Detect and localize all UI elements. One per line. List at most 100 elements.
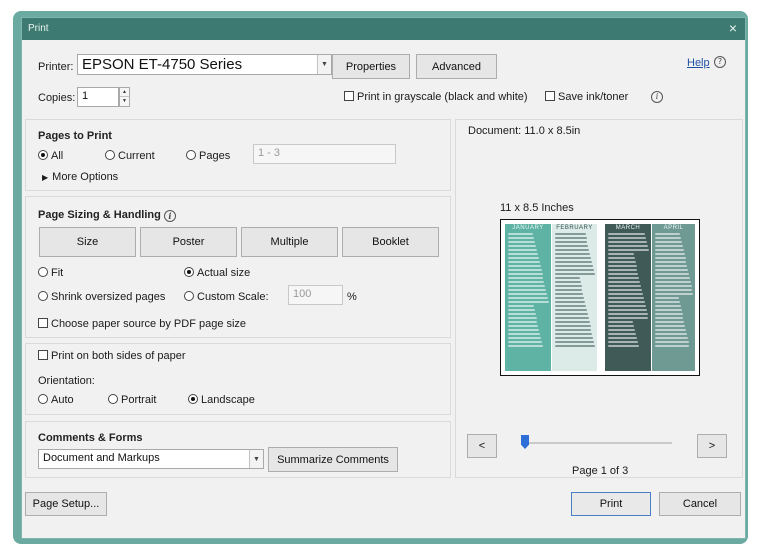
auto-orientation-option[interactable]: Auto	[38, 394, 74, 406]
preview-entry-line	[555, 345, 596, 347]
preview-entry-line	[608, 269, 638, 271]
preview-entry-line	[555, 253, 591, 255]
properties-button[interactable]: Properties	[332, 54, 410, 79]
comments-select[interactable]: Document and Markups ▼	[38, 449, 264, 469]
preview-entry-line	[608, 281, 641, 283]
custom-scale-input[interactable]: 100	[288, 285, 343, 305]
shrink-radio[interactable]	[38, 291, 48, 301]
landscape-option[interactable]: Landscape	[188, 394, 255, 406]
title-bar: Print ×	[22, 18, 745, 40]
preview-entry-line	[555, 265, 593, 267]
fit-radio[interactable]	[38, 267, 48, 277]
paper-source-option[interactable]: Choose paper source by PDF page size	[38, 318, 246, 330]
preview-entry-line	[655, 261, 687, 263]
shrink-option[interactable]: Shrink oversized pages	[38, 291, 165, 303]
paper-source-checkbox[interactable]	[38, 318, 48, 328]
current-page-option[interactable]: Current	[105, 150, 155, 162]
more-options-toggle[interactable]: ▶ More Options	[42, 171, 118, 183]
auto-radio[interactable]	[38, 394, 48, 404]
copies-label: Copies:	[38, 92, 76, 104]
preview-entry-line	[555, 245, 589, 247]
grayscale-option[interactable]: Print in grayscale (black and white)	[344, 91, 528, 103]
grayscale-checkbox[interactable]	[344, 91, 354, 101]
poster-button[interactable]: Poster	[140, 227, 237, 257]
print-dialog: Print × Printer: EPSON ET-4750 Series ▼ …	[21, 17, 746, 539]
preview-entry-line	[655, 301, 680, 303]
page-setup-button[interactable]: Page Setup...	[25, 492, 107, 516]
fit-option[interactable]: Fit	[38, 267, 63, 279]
preview-entry-line	[655, 237, 682, 239]
save-ink-checkbox[interactable]	[545, 91, 555, 101]
fit-label: Fit	[51, 267, 64, 279]
page-slider-track[interactable]	[522, 442, 672, 444]
all-radio[interactable]	[38, 150, 48, 160]
duplex-option[interactable]: Print on both sides of paper	[38, 350, 186, 362]
duplex-checkbox[interactable]	[38, 350, 48, 360]
landscape-label: Landscape	[201, 394, 255, 406]
printer-select[interactable]: EPSON ET-4750 Series ▼	[77, 54, 332, 75]
summarize-comments-button[interactable]: Summarize Comments	[268, 447, 398, 472]
current-radio[interactable]	[105, 150, 115, 160]
multiple-button[interactable]: Multiple	[241, 227, 338, 257]
save-ink-option[interactable]: Save ink/toner	[545, 91, 628, 103]
all-pages-option[interactable]: All	[38, 150, 63, 162]
document-size-label: Document: 11.0 x 8.5in	[468, 125, 581, 137]
preview-entry-line	[655, 233, 681, 235]
pages-option[interactable]: Pages	[186, 150, 230, 162]
close-icon[interactable]: ×	[729, 20, 737, 36]
pages-range-input[interactable]: 1 - 3	[253, 144, 396, 164]
preview-entry-line	[508, 273, 543, 275]
preview-entry-line	[555, 269, 594, 271]
portrait-radio[interactable]	[108, 394, 118, 404]
window-title: Print	[28, 23, 49, 34]
preview-entry-line	[508, 289, 547, 291]
info-icon[interactable]: i	[163, 210, 176, 222]
printer-selected-value: EPSON ET-4750 Series	[82, 56, 243, 73]
month-heading: MARCH	[615, 225, 641, 231]
shrink-label: Shrink oversized pages	[51, 291, 166, 303]
month-heading: APRIL	[663, 225, 684, 231]
preview-entry-line	[555, 257, 591, 259]
preview-entry-line	[555, 329, 592, 331]
pages-to-print-title: Pages to Print	[38, 130, 112, 142]
preview-entry-line	[608, 325, 635, 327]
preview-entry-line	[508, 265, 541, 267]
preview-column-january: JANUARY	[505, 224, 551, 371]
comments-selected-value: Document and Markups	[43, 452, 160, 464]
preview-entry-line	[655, 241, 683, 243]
landscape-radio[interactable]	[188, 394, 198, 404]
custom-scale-option[interactable]: Custom Scale:	[184, 291, 269, 303]
help-icon[interactable]: ?	[714, 56, 726, 68]
stepper-down-icon[interactable]: ▼	[120, 97, 129, 106]
copies-stepper[interactable]: ▲ ▼	[119, 87, 130, 107]
cancel-button[interactable]: Cancel	[659, 492, 741, 516]
print-button[interactable]: Print	[571, 492, 651, 516]
custom-scale-radio[interactable]	[184, 291, 194, 301]
stepper-up-icon[interactable]: ▲	[120, 88, 129, 97]
preview-entry-line	[555, 277, 580, 279]
preview-column-march: MARCH	[605, 224, 651, 371]
preview-entry-line	[655, 325, 686, 327]
preview-entry-line	[508, 325, 539, 327]
actual-size-option[interactable]: Actual size	[184, 267, 250, 279]
preview-entry-line	[608, 261, 636, 263]
portrait-option[interactable]: Portrait	[108, 394, 156, 406]
booklet-button[interactable]: Booklet	[342, 227, 439, 257]
orientation-title: Orientation:	[38, 375, 95, 387]
next-page-button[interactable]: >	[697, 434, 727, 458]
size-button[interactable]: Size	[39, 227, 136, 257]
preview-entry-line	[655, 341, 689, 343]
help-link[interactable]: Help	[687, 57, 710, 69]
comments-forms-panel: Comments & Forms Document and Markups ▼ …	[25, 421, 451, 478]
advanced-button[interactable]: Advanced	[416, 54, 497, 79]
pages-radio[interactable]	[186, 150, 196, 160]
preview-entry-line	[508, 297, 549, 299]
info-icon[interactable]: i	[651, 91, 663, 103]
previous-page-button[interactable]: <	[467, 434, 497, 458]
actual-size-label: Actual size	[197, 267, 251, 279]
preview-entry-line	[555, 309, 587, 311]
preview-entry-line	[608, 237, 647, 239]
actual-size-radio[interactable]	[184, 267, 194, 277]
preview-column-april: APRIL	[652, 224, 695, 371]
copies-input[interactable]: 1	[77, 87, 119, 107]
